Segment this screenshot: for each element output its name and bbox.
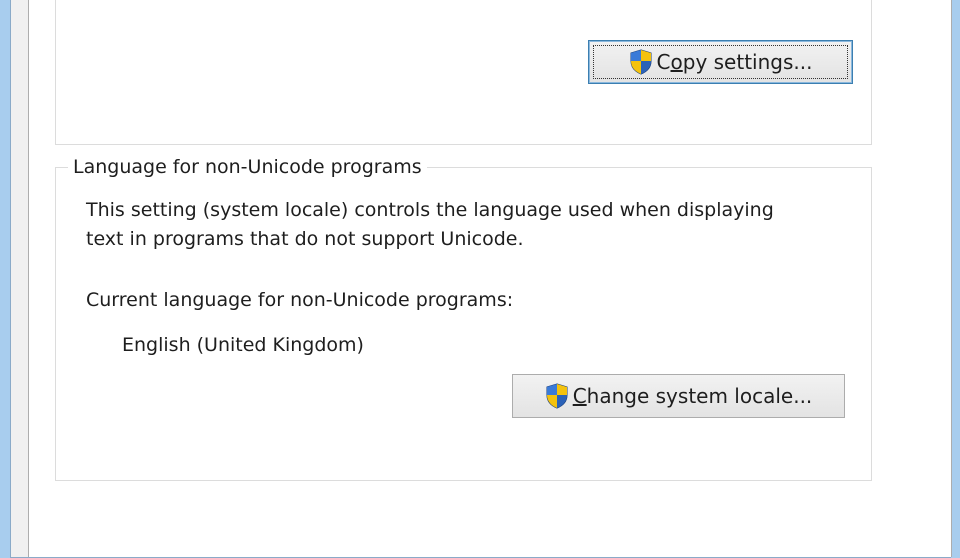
uac-shield-icon (630, 49, 652, 75)
current-language-value: English (United Kingdom) (122, 334, 364, 356)
description-line-1: This setting (system locale) controls th… (86, 199, 774, 221)
change-label-accelerator: C (572, 384, 587, 408)
change-locale-label: Change system locale... (573, 384, 813, 408)
copy-label-accelerator: o (670, 50, 683, 74)
copy-label-prefix: C (656, 50, 671, 74)
administrative-tab-page: Copy settings... Language for non-Unicod… (28, 0, 952, 557)
region-dialog-window: Copy settings... Language for non-Unicod… (10, 0, 952, 558)
group-legend: Language for non-Unicode programs (68, 155, 427, 179)
welcome-screen-group: Copy settings... (55, 0, 872, 145)
copy-label-rest: py settings... (682, 50, 813, 74)
non-unicode-group: Language for non-Unicode programs This s… (55, 155, 872, 481)
change-label-rest: hange system locale... (586, 384, 813, 408)
copy-settings-label: Copy settings... (657, 50, 813, 74)
change-system-locale-button[interactable]: Change system locale... (512, 374, 845, 418)
current-language-label: Current language for non-Unicode program… (86, 289, 514, 311)
description-line-2: text in programs that do not support Uni… (86, 228, 524, 250)
uac-shield-icon (546, 383, 568, 409)
copy-settings-button[interactable]: Copy settings... (588, 40, 853, 84)
